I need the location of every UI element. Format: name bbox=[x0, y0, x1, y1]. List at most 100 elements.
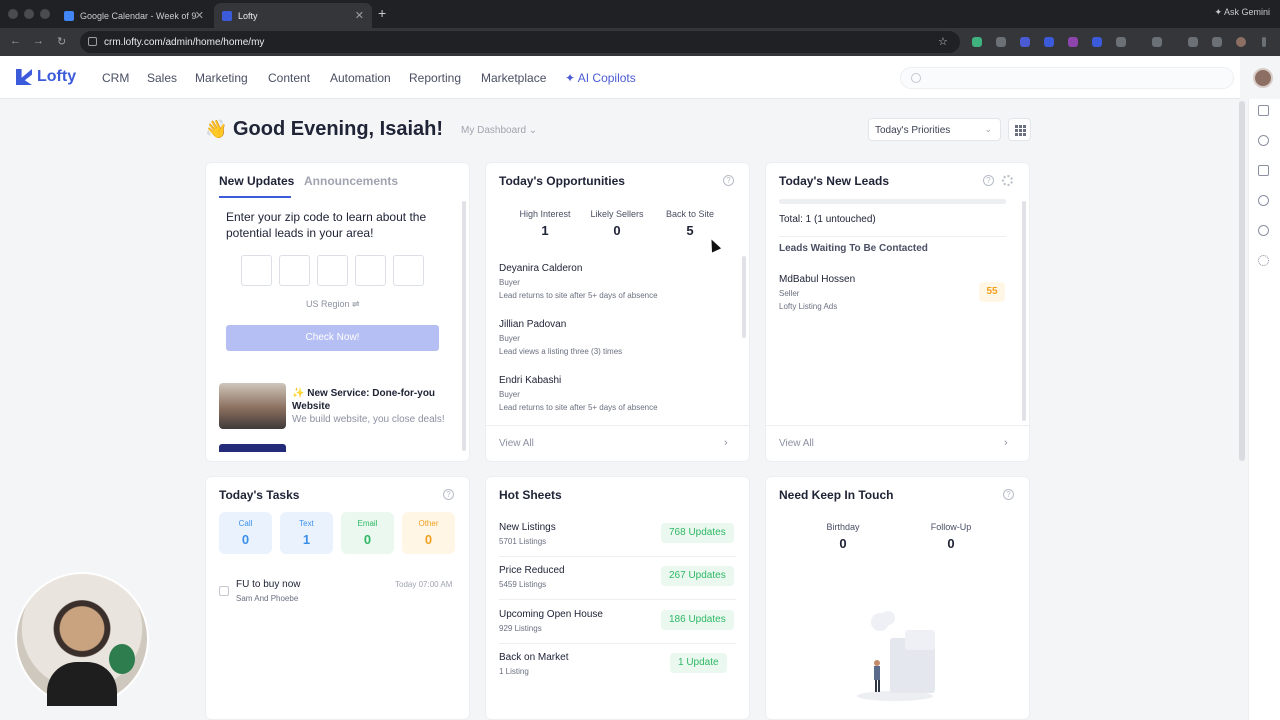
lofty-logo[interactable]: Lofty bbox=[16, 68, 76, 86]
zip-digit-input[interactable] bbox=[279, 255, 310, 286]
region-switch[interactable]: US Region ⇌ bbox=[306, 299, 360, 310]
task-type-other[interactable]: Other 0 bbox=[402, 512, 455, 554]
opportunity-name[interactable]: Deyanira Calderon bbox=[499, 263, 582, 274]
settings-gear-icon[interactable] bbox=[1002, 175, 1013, 186]
hotsheet-name[interactable]: Upcoming Open House bbox=[499, 609, 603, 620]
side-panel-icon[interactable] bbox=[1152, 37, 1162, 47]
help-icon[interactable]: ? bbox=[443, 489, 454, 500]
help-icon[interactable] bbox=[1258, 225, 1269, 236]
new-leads-card bbox=[765, 162, 1030, 462]
ask-gemini-button[interactable]: ✦ Ask Gemini bbox=[1214, 7, 1270, 18]
zip-digit-input[interactable] bbox=[241, 255, 272, 286]
back-to-site-count[interactable]: 5 bbox=[650, 223, 730, 238]
nav-reporting[interactable]: Reporting bbox=[409, 71, 461, 85]
zip-digit-input[interactable] bbox=[355, 255, 386, 286]
promo-next-thumbnail[interactable] bbox=[219, 444, 286, 452]
birthday-count[interactable]: 0 bbox=[803, 536, 883, 551]
extensions-puzzle-icon[interactable] bbox=[1116, 37, 1126, 47]
task-checkbox[interactable] bbox=[219, 586, 229, 596]
nav-automation[interactable]: Automation bbox=[330, 71, 391, 85]
user-avatar[interactable] bbox=[1253, 68, 1273, 88]
widget-grid-button[interactable] bbox=[1008, 118, 1031, 141]
window-minimize-icon[interactable] bbox=[24, 9, 34, 19]
hotsheet-updates-badge[interactable]: 186 Updates bbox=[661, 610, 734, 630]
hotsheet-name[interactable]: New Listings bbox=[499, 522, 556, 533]
zip-digit-input[interactable] bbox=[393, 255, 424, 286]
priorities-dropdown[interactable]: Today's Priorities ⌄ bbox=[868, 118, 1001, 141]
extension-icon[interactable] bbox=[972, 37, 982, 47]
tab-announcements[interactable]: Announcements bbox=[304, 174, 398, 188]
bell-icon[interactable] bbox=[1258, 195, 1269, 206]
hotsheet-count: 5701 Listings bbox=[499, 537, 547, 546]
nav-ai-copilots[interactable]: ✦ AI Copilots bbox=[565, 71, 636, 85]
bookmark-star-icon[interactable]: ☆ bbox=[938, 35, 948, 48]
window-close-icon[interactable] bbox=[8, 9, 18, 19]
opportunity-name[interactable]: Endri Kabashi bbox=[499, 375, 561, 386]
settings-gear-icon[interactable] bbox=[1258, 255, 1269, 266]
phone-icon[interactable] bbox=[1258, 135, 1269, 146]
extension-icon[interactable] bbox=[1092, 37, 1102, 47]
task-type-email[interactable]: Email 0 bbox=[341, 512, 394, 554]
help-icon[interactable]: ? bbox=[723, 175, 734, 186]
follow-up-count[interactable]: 0 bbox=[911, 536, 991, 551]
extension-icon[interactable] bbox=[1068, 37, 1078, 47]
zip-digit-input[interactable] bbox=[317, 255, 348, 286]
help-icon[interactable]: ? bbox=[983, 175, 994, 186]
updates-scrollbar[interactable] bbox=[462, 201, 466, 451]
download-icon[interactable] bbox=[1188, 37, 1198, 47]
nav-sales[interactable]: Sales bbox=[147, 71, 177, 85]
hotsheet-updates-badge[interactable]: 768 Updates bbox=[661, 523, 734, 543]
likely-sellers-count[interactable]: 0 bbox=[577, 223, 657, 238]
site-info-icon[interactable] bbox=[88, 37, 97, 46]
forward-icon[interactable]: → bbox=[33, 35, 44, 47]
leads-scrollbar[interactable] bbox=[1022, 201, 1026, 421]
task-type-text[interactable]: Text 1 bbox=[280, 512, 333, 554]
browser-tabbar: Google Calendar - Week of 9 ✕ Lofty ✕ + … bbox=[0, 0, 1280, 28]
hotsheet-updates-badge[interactable]: 1 Update bbox=[670, 653, 727, 673]
extension-icon[interactable] bbox=[1044, 37, 1054, 47]
close-tab-icon[interactable]: ✕ bbox=[195, 9, 204, 22]
leads-view-all-link[interactable]: View All bbox=[779, 438, 814, 449]
check-now-button[interactable]: Check Now! bbox=[226, 325, 439, 351]
card-title: Need Keep In Touch bbox=[779, 488, 894, 502]
tab-new-updates[interactable]: New Updates bbox=[219, 174, 294, 188]
task-type-call[interactable]: Call 0 bbox=[219, 512, 272, 554]
opportunities-view-all-link[interactable]: View All bbox=[499, 438, 534, 449]
hotsheet-updates-badge[interactable]: 267 Updates bbox=[661, 566, 734, 586]
help-icon[interactable]: ? bbox=[1003, 489, 1014, 500]
hotsheet-name[interactable]: Back on Market bbox=[499, 652, 568, 663]
ai-sparkle-icon[interactable] bbox=[1258, 105, 1269, 116]
lead-name[interactable]: MdBabul Hossen bbox=[779, 274, 855, 285]
dashboard-selector[interactable]: My Dashboard ⌄ bbox=[461, 125, 537, 136]
nav-content[interactable]: Content bbox=[268, 71, 310, 85]
task-title[interactable]: FU to buy now bbox=[236, 579, 300, 590]
nav-crm[interactable]: CRM bbox=[102, 71, 129, 85]
extension-icon[interactable] bbox=[1020, 37, 1030, 47]
profile-avatar-icon[interactable] bbox=[1236, 37, 1246, 47]
browser-tab-lofty[interactable]: Lofty ✕ bbox=[214, 3, 372, 28]
browser-tab-calendar[interactable]: Google Calendar - Week of 9 ✕ bbox=[56, 3, 212, 28]
back-icon[interactable]: ← bbox=[10, 35, 21, 47]
hotsheet-count: 929 Listings bbox=[499, 624, 542, 633]
opportunity-name[interactable]: Jillian Padovan bbox=[499, 319, 566, 330]
chevron-right-icon[interactable]: › bbox=[724, 437, 728, 449]
page-scrollbar[interactable] bbox=[1239, 101, 1245, 461]
nav-marketplace[interactable]: Marketplace bbox=[481, 71, 546, 85]
browser-menu-icon[interactable] bbox=[1262, 37, 1266, 47]
window-zoom-icon[interactable] bbox=[40, 9, 50, 19]
opportunities-scrollbar[interactable] bbox=[742, 256, 746, 338]
reading-list-icon[interactable] bbox=[1212, 37, 1222, 47]
extension-icon[interactable] bbox=[996, 37, 1006, 47]
close-tab-icon[interactable]: ✕ bbox=[355, 9, 364, 22]
chevron-right-icon[interactable]: › bbox=[1004, 437, 1008, 449]
nav-marketing[interactable]: Marketing bbox=[195, 71, 248, 85]
promo-thumbnail[interactable] bbox=[219, 383, 286, 429]
hotsheet-name[interactable]: Price Reduced bbox=[499, 565, 565, 576]
inbox-icon[interactable] bbox=[1258, 165, 1269, 176]
promo-title[interactable]: ✨ New Service: Done-for-you Website bbox=[292, 387, 452, 413]
new-tab-icon[interactable]: + bbox=[378, 5, 386, 21]
reload-icon[interactable]: ↻ bbox=[57, 35, 66, 48]
global-search-input[interactable] bbox=[900, 67, 1234, 89]
address-bar[interactable]: crm.lofty.com/admin/home/home/my bbox=[80, 31, 960, 53]
high-interest-count[interactable]: 1 bbox=[505, 223, 585, 238]
